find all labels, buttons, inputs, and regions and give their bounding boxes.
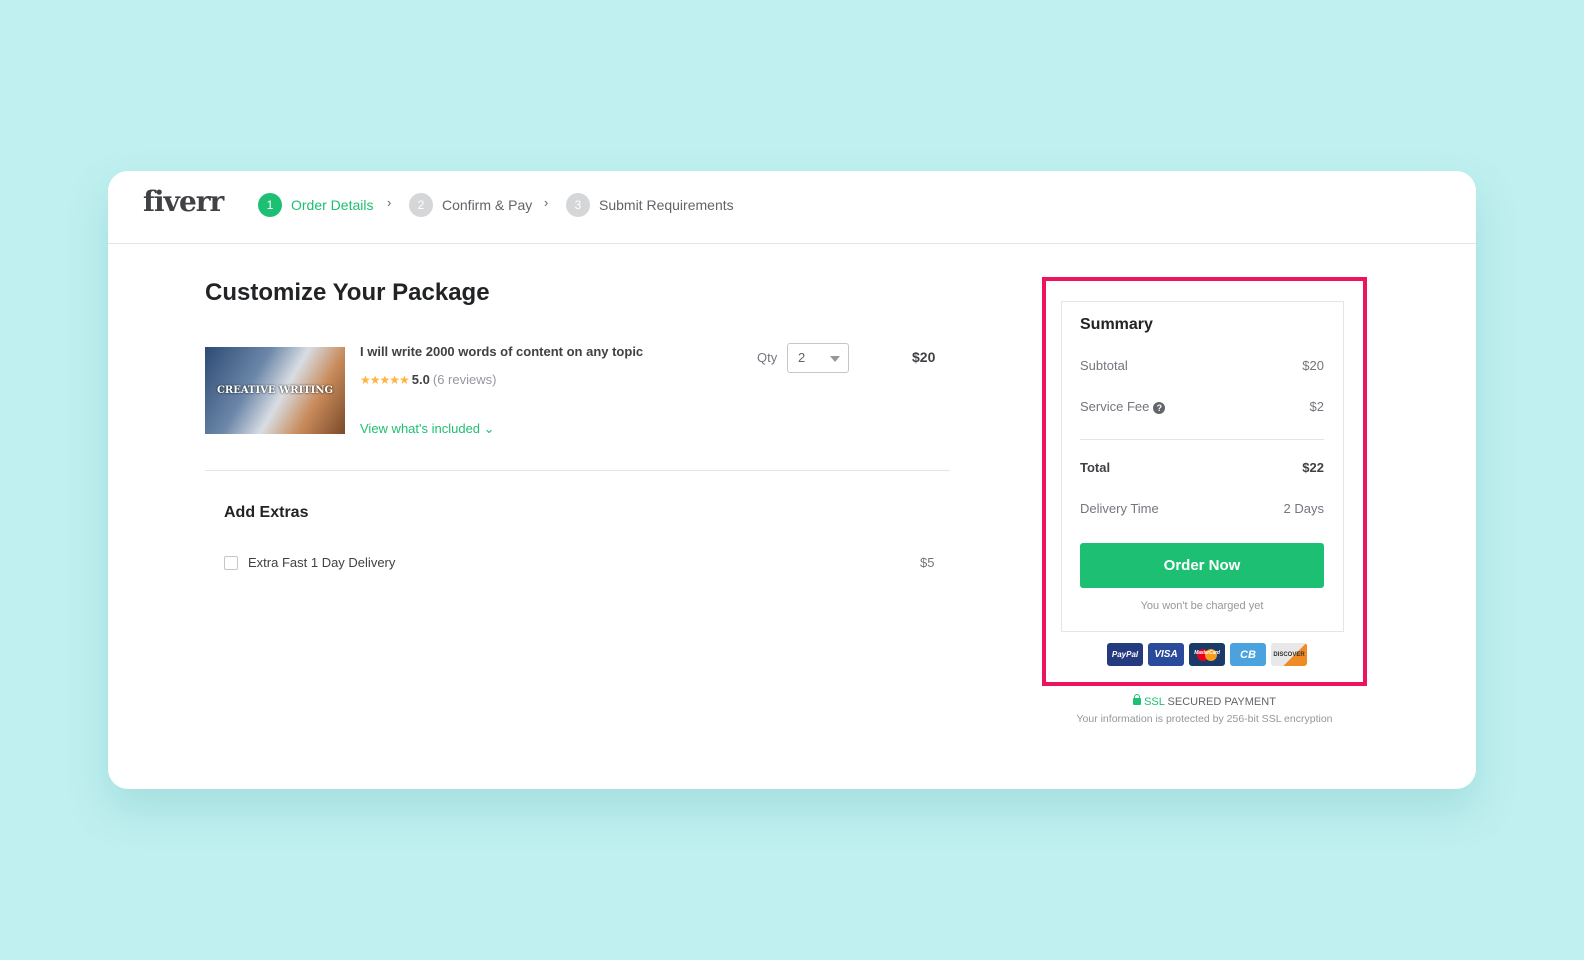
chevron-right-icon: › <box>544 195 549 210</box>
value: $2 <box>1309 399 1324 414</box>
extras-title: Add Extras <box>224 504 309 521</box>
order-now-button[interactable]: Order Now <box>1080 543 1324 588</box>
header-divider <box>108 243 1476 244</box>
lock-icon <box>1133 694 1142 705</box>
divider <box>205 470 950 471</box>
visa-icon: VISA <box>1148 643 1184 666</box>
divider <box>1080 439 1324 440</box>
extra-label[interactable]: Extra Fast 1 Day Delivery <box>248 555 395 570</box>
step-submit-requirements[interactable]: 3 Submit Requirements <box>566 193 734 217</box>
checkout-card: fiverr 1 Order Details › 2 Confirm & Pay ›… <box>108 171 1476 789</box>
delivery-row: Delivery Time 2 Days <box>1080 501 1324 516</box>
quantity-select[interactable]: 2 <box>787 343 849 373</box>
star-icons: ★★★★★ <box>360 372 410 387</box>
step-number: 1 <box>258 193 282 217</box>
mastercard-label: MasterCard <box>1194 650 1220 656</box>
label: Total <box>1080 460 1111 475</box>
value: $22 <box>1302 460 1324 475</box>
extra-price: $5 <box>920 555 935 570</box>
value: 2 Days <box>1283 501 1324 516</box>
gig-title: I will write 2000 words of content on an… <box>360 344 644 359</box>
charge-note: You won't be charged yet <box>1140 600 1264 612</box>
step-number: 3 <box>566 193 590 217</box>
qty-label: Qty <box>757 350 778 365</box>
gig-rating: ★★★★★ 5.0 (6 reviews) <box>360 372 496 387</box>
carte-bleue-icon: CB <box>1230 643 1266 666</box>
ssl-text: SECURED PAYMENT <box>1167 696 1276 708</box>
step-number: 2 <box>409 193 433 217</box>
page-title: Customize Your Package <box>205 279 490 306</box>
rating-value: 5.0 <box>411 372 430 387</box>
chevron-right-icon: › <box>387 195 392 210</box>
fiverr-logo[interactable]: fiverr <box>143 185 224 218</box>
step-label: Submit Requirements <box>599 197 734 213</box>
help-icon[interactable]: ? <box>1153 402 1166 414</box>
paypal-icon: PayPal <box>1107 643 1143 666</box>
step-order-details[interactable]: 1 Order Details <box>258 193 373 217</box>
review-count: (6 reviews) <box>432 372 497 387</box>
gig-price: $20 <box>912 349 936 365</box>
extra-fast-delivery-checkbox[interactable] <box>224 556 238 570</box>
qty-value: 2 <box>798 350 806 365</box>
total-row: Total $22 <box>1080 460 1324 475</box>
step-confirm-pay[interactable]: 2 Confirm & Pay <box>409 193 532 217</box>
ssl-label: SSL <box>1144 696 1165 708</box>
label: Subtotal <box>1080 358 1128 373</box>
mastercard-icon: MasterCard <box>1189 643 1225 666</box>
payment-methods: PayPal VISA MasterCard CB DISCOVER <box>1107 643 1307 666</box>
thumb-text: CREATIVE WRITING <box>216 385 334 396</box>
step-label: Order Details <box>291 197 374 213</box>
service-fee-row: Service Fee? $2 <box>1080 399 1324 414</box>
caret-down-icon <box>830 356 840 362</box>
step-label: Confirm & Pay <box>442 197 533 213</box>
ssl-badge: SSL SECURED PAYMENT <box>1042 694 1367 708</box>
value: $20 <box>1302 358 1324 373</box>
view-included-link[interactable]: View what's included ⌄ <box>360 421 495 437</box>
discover-icon: DISCOVER <box>1271 643 1307 666</box>
label: Service Fee <box>1080 399 1150 414</box>
ssl-note: Your information is protected by 256-bit… <box>1076 713 1333 725</box>
summary-title: Summary <box>1080 316 1153 333</box>
subtotal-row: Subtotal $20 <box>1080 358 1324 373</box>
gig-thumbnail[interactable]: CREATIVE WRITING <box>205 347 345 434</box>
label: Delivery Time <box>1080 501 1159 516</box>
